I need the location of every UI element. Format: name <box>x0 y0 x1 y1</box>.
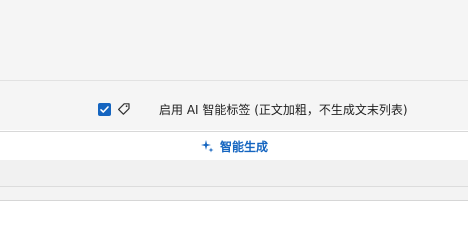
ai-tag-label: 启用 AI 智能标签 (正文加粗，不生成文末列表) <box>159 102 408 117</box>
smart-generate-label: 智能生成 <box>219 139 268 154</box>
check-icon <box>100 105 109 113</box>
ai-tag-checkbox[interactable] <box>98 102 111 116</box>
sparkle-icon <box>200 139 214 153</box>
lower-panel <box>0 160 468 187</box>
content-area <box>0 201 468 250</box>
tag-icon <box>117 102 131 116</box>
top-panel <box>0 0 468 81</box>
ai-tag-option[interactable]: 启用 AI 智能标签 (正文加粗，不生成文末列表) <box>98 101 408 117</box>
lower-panel-strip <box>0 187 468 201</box>
smart-generate-button[interactable]: 智能生成 <box>0 131 468 161</box>
